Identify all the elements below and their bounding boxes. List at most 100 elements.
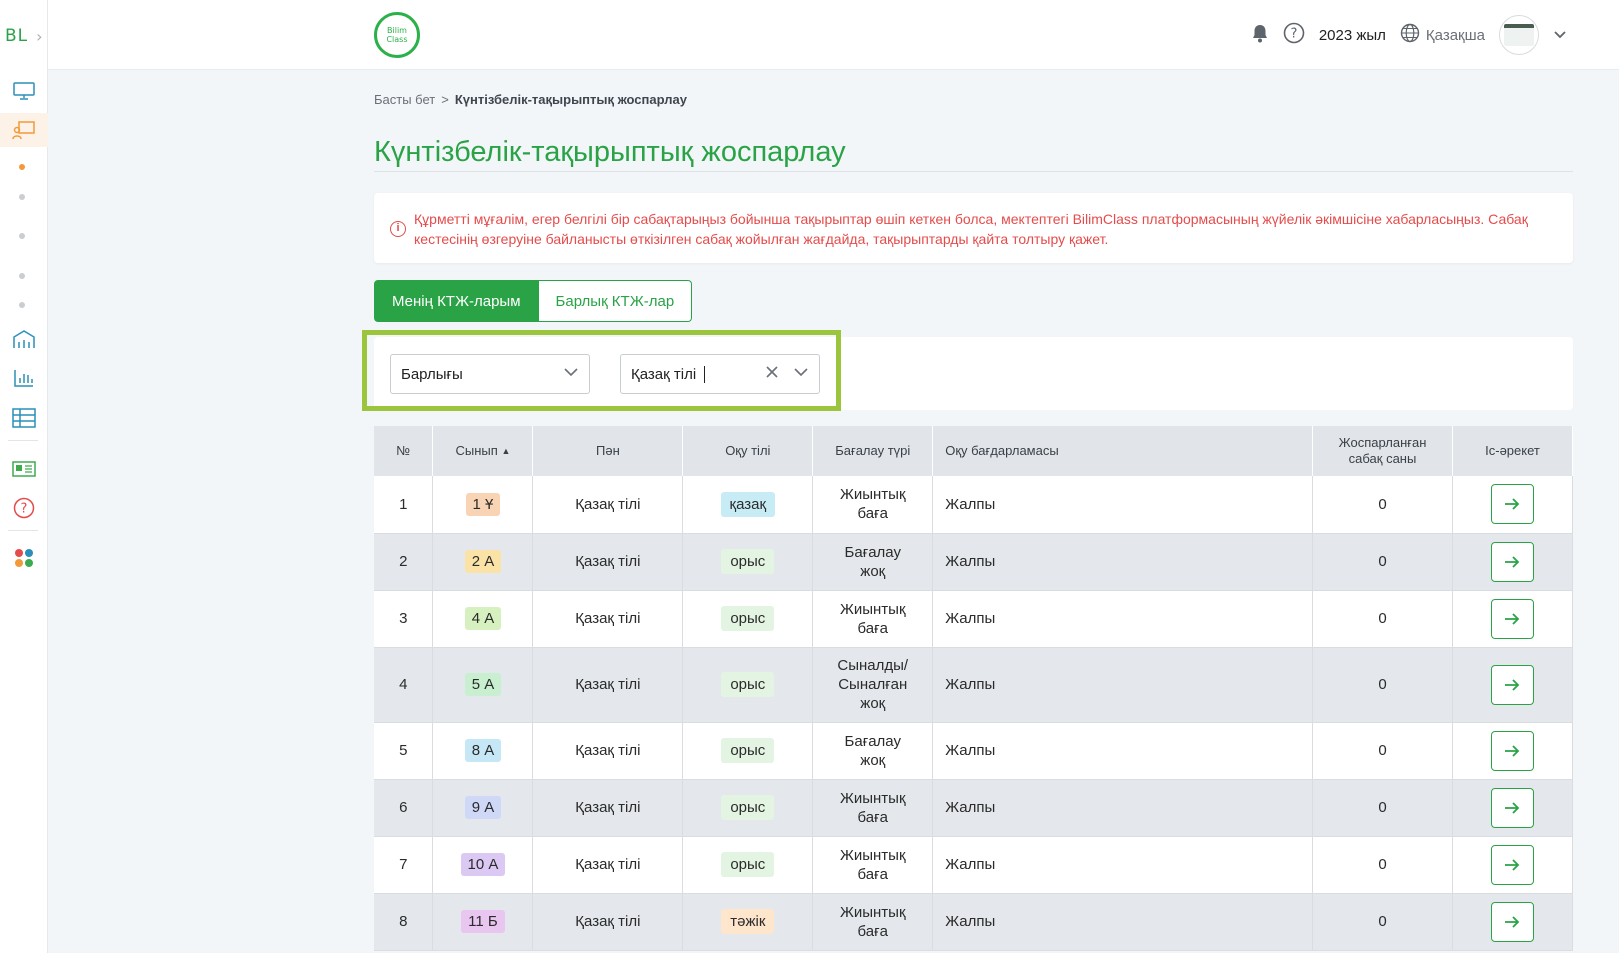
svg-text:?: ? — [21, 502, 28, 517]
action-cell — [1452, 779, 1574, 837]
class-badge: 1 Ұ — [465, 492, 501, 516]
teacher-icon[interactable] — [0, 113, 48, 147]
language-label: Қазақша — [1425, 26, 1485, 44]
planned-cell: 0 — [1312, 779, 1453, 837]
open-button[interactable] — [1490, 484, 1534, 525]
lang-badge: орыс — [721, 738, 775, 763]
arrow-right-icon — [1505, 915, 1520, 928]
assessment-line: Жиынтық — [840, 846, 906, 864]
sort-up-icon[interactable]: ▲ — [501, 446, 510, 456]
open-button[interactable] — [1490, 901, 1534, 942]
assessment-line: жоқ — [860, 695, 886, 712]
ktzh-table: № Сынып ▲ Пән Оқу тілі Бағалау түрі Оқу … — [374, 426, 1574, 951]
row-num: 8 — [374, 893, 434, 951]
alert-text: Құрметті мұғалім, егер белгілі бір сабақ… — [414, 211, 1528, 247]
submenu-dot[interactable] — [19, 302, 25, 308]
assessment-cell: Жиынтық баға — [812, 476, 934, 534]
table-header-row: № Сынып ▲ Пән Оқу тілі Бағалау түрі Оқу … — [374, 426, 1574, 476]
class-badge: 2 А — [464, 550, 502, 573]
card-icon[interactable] — [0, 452, 48, 486]
avatar[interactable] — [1499, 15, 1539, 55]
open-button[interactable] — [1490, 844, 1534, 885]
class-cell: 11 Б — [432, 893, 534, 951]
open-button[interactable] — [1490, 664, 1534, 705]
chart-icon[interactable] — [0, 361, 48, 395]
chevron-right-icon[interactable]: › — [36, 27, 43, 46]
assessment-cell: Жиынтық баға — [812, 836, 934, 894]
help-icon[interactable]: ? — [0, 491, 48, 525]
submenu-dot[interactable] — [19, 273, 25, 279]
assessment-line: Бағалау — [844, 543, 901, 561]
col-class[interactable]: Сынып ▲ — [432, 426, 534, 476]
col-num: № — [374, 426, 434, 476]
subject-cell: Қазақ тілі — [532, 722, 684, 780]
class-cell: 2 А — [432, 533, 534, 591]
lang-cell: орыс — [682, 722, 814, 780]
class-badge: 10 А — [460, 853, 506, 876]
table-row: 58 А Қазақ тілі орыс Бағалау жоқ Жалпы 0 — [374, 722, 1574, 780]
bilimclass-logo[interactable]: Bilim Class — [374, 12, 420, 58]
header-actions: ? 2023 жыл Қазақша — [1251, 14, 1567, 56]
row-num: 1 — [374, 476, 434, 534]
class-badge: 4 А — [464, 607, 502, 630]
submenu-dot[interactable] — [19, 194, 25, 200]
lang-cell: орыс — [682, 590, 814, 648]
tab-my-ktzh[interactable]: Менің КТЖ-ларым — [374, 280, 539, 322]
lang-badge: орыс — [721, 606, 775, 631]
planned-cell: 0 — [1312, 722, 1453, 780]
class-badge: 5 А — [464, 673, 502, 696]
arrow-right-icon — [1505, 555, 1520, 568]
sidebar-divider — [8, 530, 38, 531]
open-button[interactable] — [1490, 598, 1534, 639]
breadcrumb-home[interactable]: Басты бет — [374, 92, 435, 107]
table-row: 4 5 А Қазақ тілі орыс Сыналды/Сыналған жоқ Жал… — [374, 647, 1574, 723]
logo-text: BL — [5, 26, 29, 46]
breadcrumb-separator: > — [441, 92, 449, 107]
lang-badge: орыс — [721, 549, 775, 574]
assessment-cell: Сыналды/Сыналған жоқ — [812, 647, 934, 723]
action-cell — [1452, 722, 1574, 780]
row-num: 6 — [374, 779, 434, 837]
program-cell: Жалпы — [932, 533, 1314, 591]
arrow-right-icon — [1505, 744, 1520, 757]
action-cell — [1452, 590, 1574, 648]
assessment-line: Сыналды/ — [837, 657, 909, 674]
sidebar-logo[interactable]: BL › — [0, 0, 47, 72]
language-selector[interactable]: Қазақша — [1400, 23, 1485, 47]
assessment-line: Бағалау — [844, 732, 901, 750]
chevron-down-icon[interactable] — [1553, 28, 1567, 43]
table-icon[interactable] — [0, 401, 48, 435]
help-circle-icon[interactable]: ? — [1283, 22, 1305, 48]
table-row: 69 А Қазақ тілі орыс Жиынтық баға Жалпы 0 — [374, 779, 1574, 837]
lang-badge: қазақ — [720, 491, 776, 517]
svg-text:?: ? — [1290, 27, 1297, 42]
program-cell: Жалпы — [932, 590, 1314, 648]
col-assessment: Бағалау түрі — [812, 426, 934, 476]
bell-icon[interactable] — [1251, 23, 1269, 47]
year-selector[interactable]: 2023 жыл — [1319, 27, 1386, 44]
program-cell: Жалпы — [932, 476, 1314, 534]
planned-cell: 0 — [1312, 836, 1453, 894]
action-cell — [1452, 893, 1574, 951]
lang-badge: орыс — [721, 672, 775, 697]
submenu-dot[interactable] — [19, 233, 25, 239]
arrow-right-icon — [1505, 801, 1520, 814]
table-row: 8 11 Б Қазақ тілі тәжік Жиынтық баға Жалпы 0 — [374, 893, 1574, 951]
open-button[interactable] — [1490, 787, 1534, 828]
school-icon[interactable] — [0, 322, 48, 356]
action-cell — [1452, 647, 1574, 723]
assessment-line: Жиынтық — [840, 903, 906, 921]
class-cell: 8 А — [432, 722, 534, 780]
row-num: 3 — [374, 590, 434, 648]
apps-icon[interactable] — [0, 541, 48, 575]
tab-all-ktzh[interactable]: Барлық КТЖ-лар — [538, 280, 693, 322]
assessment-line: Жиынтық — [840, 789, 906, 807]
col-action: Іс-әрекет — [1452, 426, 1574, 476]
assessment-line: Жиынтық — [840, 486, 906, 504]
open-button[interactable] — [1490, 541, 1534, 582]
submenu-dot[interactable] — [19, 164, 25, 170]
monitor-icon[interactable] — [0, 74, 48, 108]
action-cell — [1452, 836, 1574, 894]
open-button[interactable] — [1490, 730, 1534, 771]
class-cell: 4 А — [432, 590, 534, 648]
